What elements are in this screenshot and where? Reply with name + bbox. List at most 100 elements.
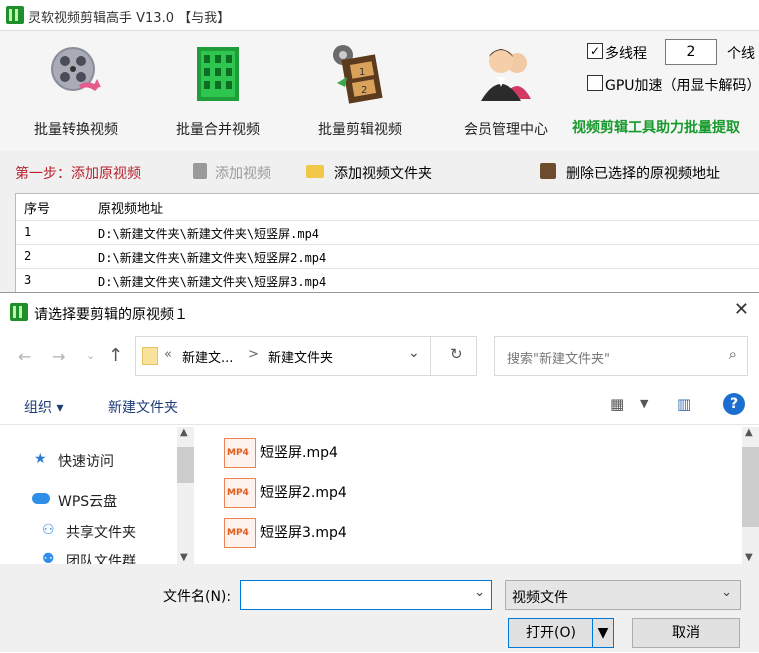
batch-cut-label: 批量剪辑视频 <box>318 122 402 138</box>
star-icon: ★ <box>34 451 47 467</box>
batch-convert-label: 批量转换视频 <box>34 122 118 138</box>
step-label: 第一步：添加原视频 <box>15 166 141 182</box>
delete-selected-label: 删除已选择的原视频地址 <box>566 166 720 182</box>
nav-item-label: 快速访问 <box>58 454 114 470</box>
video-table: 序号 原视频地址 1 D:\新建文件夹\新建文件夹\短竖屏.mp4 2 D:\新… <box>15 193 759 293</box>
scroll-thumb[interactable] <box>742 447 759 527</box>
app-title: 灵软视频剪辑高手 V13.0 【与我】 <box>28 11 231 26</box>
file-badge: MP4 <box>227 528 249 538</box>
separator <box>0 424 759 425</box>
gpu-checkbox[interactable] <box>587 75 603 91</box>
organize-button[interactable]: 组织 ▾ <box>24 397 63 417</box>
up-arrow-icon[interactable]: ↑ <box>108 345 123 366</box>
thread-count-input[interactable]: 2 <box>665 39 717 65</box>
gpu-label: GPU加速（用显卡解码） <box>605 78 759 94</box>
open-dropdown-icon[interactable]: ▼ <box>592 618 614 648</box>
add-folder-label: 添加视频文件夹 <box>334 166 432 182</box>
column-header-path: 原视频地址 <box>98 202 164 217</box>
scroll-down-icon[interactable]: ▼ <box>180 552 188 563</box>
nav-item-label: WPS云盘 <box>58 494 118 510</box>
filetype-dropdown-icon[interactable]: ⌄ <box>721 585 732 600</box>
refresh-icon[interactable]: ↻ <box>450 345 463 363</box>
folder-add-icon <box>306 165 324 178</box>
table-header: 序号 原视频地址 <box>16 194 759 221</box>
mp4-file-icon: MP4 <box>224 438 256 468</box>
file-name: 短竖屏3.mp4 <box>260 525 347 541</box>
cancel-button[interactable]: 取消 <box>632 618 740 648</box>
filetype-select[interactable]: 视频文件 ⌄ <box>505 580 741 610</box>
scroll-up-icon[interactable]: ▲ <box>180 427 188 438</box>
preview-pane-icon[interactable]: ▥ <box>677 395 691 413</box>
multithread-label: 多线程 <box>605 46 647 62</box>
recent-chevron-icon[interactable]: ⌄ <box>86 349 95 362</box>
breadcrumb-separator[interactable]: > <box>248 347 259 362</box>
add-video-label: 添加视频 <box>215 166 271 182</box>
nav-item-label: 共享文件夹 <box>66 525 136 541</box>
scroll-down-icon[interactable]: ▼ <box>745 552 753 563</box>
scroll-up-icon[interactable]: ▲ <box>745 427 753 438</box>
divider <box>430 337 431 375</box>
svg-text:1: 1 <box>359 67 365 78</box>
cloud-icon <box>32 493 50 504</box>
nav-scrollbar[interactable]: ▲ ▼ <box>177 427 194 565</box>
row-index: 1 <box>24 225 32 239</box>
file-name: 短竖屏.mp4 <box>260 445 338 461</box>
step-bar: 第一步：添加原视频 添加视频 添加视频文件夹 删除已选择的原视频地址 <box>0 152 759 190</box>
file-badge: MP4 <box>227 488 249 498</box>
dialog-footer: 文件名(N): ⌄ 视频文件 ⌄ 打开(O) ▼ 取消 <box>0 564 759 652</box>
close-icon[interactable]: ✕ <box>734 299 749 320</box>
batch-cut-button[interactable]: 1 2 批量剪辑视频 <box>300 39 420 139</box>
address-bar[interactable]: « 新建文... > 新建文件夹 ⌄ ↻ <box>135 336 477 376</box>
cancel-label: 取消 <box>672 625 700 641</box>
table-row[interactable]: 1 D:\新建文件夹\新建文件夹\短竖屏.mp4 <box>16 221 759 245</box>
share-folder-icon: ⚇ <box>42 522 55 538</box>
breadcrumb-item[interactable]: 新建文... <box>182 347 233 366</box>
table-row[interactable]: 3 D:\新建文件夹\新建文件夹\短竖屏3.mp4 <box>16 269 759 293</box>
film-reel-convert-icon <box>45 43 107 105</box>
filename-label: 文件名(N): <box>163 589 232 605</box>
dialog-logo-icon <box>10 303 28 321</box>
table-row[interactable]: 2 D:\新建文件夹\新建文件夹\短竖屏2.mp4 <box>16 245 759 269</box>
breadcrumb-item[interactable]: 新建文件夹 <box>268 347 333 366</box>
delete-film-icon <box>540 163 556 179</box>
view-dropdown-icon[interactable]: ▼ <box>640 397 648 410</box>
app-title-bar: 灵软视频剪辑高手 V13.0 【与我】 <box>0 0 759 31</box>
batch-convert-button[interactable]: 批量转换视频 <box>16 39 136 139</box>
member-center-label: 会员管理中心 <box>464 122 548 138</box>
new-folder-button[interactable]: 新建文件夹 <box>108 397 178 417</box>
search-input[interactable]: 搜索"新建文件夹" ⌕ <box>494 336 748 376</box>
row-path: D:\新建文件夹\新建文件夹\短竖屏2.mp4 <box>98 251 327 265</box>
row-path: D:\新建文件夹\新建文件夹\短竖屏3.mp4 <box>98 275 327 289</box>
row-index: 3 <box>24 273 32 287</box>
folder-icon <box>142 347 158 365</box>
view-grid-icon[interactable]: ▦ <box>610 395 624 413</box>
row-path: D:\新建文件夹\新建文件夹\短竖屏.mp4 <box>98 227 320 241</box>
toolbar: 批量转换视频 批量合并视频 1 2 批量剪辑视频 会员管理中心 ✓ 多线程 2 … <box>0 31 759 151</box>
help-icon[interactable]: ? <box>723 393 745 415</box>
search-placeholder: 搜索"新建文件夹" <box>507 352 610 367</box>
dialog-title-bar: 请选择要剪辑的原视频１ ✕ <box>0 293 759 331</box>
filename-dropdown-icon[interactable]: ⌄ <box>474 585 485 600</box>
svg-text:2: 2 <box>361 85 367 96</box>
app-logo-icon <box>6 6 24 24</box>
filetype-value: 视频文件 <box>512 590 568 606</box>
breadcrumb-prefix: « <box>164 347 172 362</box>
row-index: 2 <box>24 249 32 263</box>
member-center-button[interactable]: 会员管理中心 <box>446 39 566 139</box>
file-list-scrollbar[interactable]: ▲ ▼ <box>742 427 759 565</box>
batch-merge-button[interactable]: 批量合并视频 <box>158 39 278 139</box>
filename-input[interactable]: ⌄ <box>240 580 492 610</box>
forward-arrow-icon[interactable]: → <box>52 347 65 366</box>
open-button[interactable]: 打开(O) <box>508 618 594 648</box>
multithread-checkbox[interactable]: ✓ <box>587 43 603 59</box>
slogan-text: 视频剪辑工具助力批量提取 <box>572 120 740 136</box>
file-name: 短竖屏2.mp4 <box>260 485 347 501</box>
back-arrow-icon[interactable]: ← <box>18 347 31 366</box>
address-dropdown-icon[interactable]: ⌄ <box>408 345 420 361</box>
scroll-thumb[interactable] <box>177 447 194 483</box>
users-icon <box>475 43 537 105</box>
thread-suffix-label: 个线 <box>727 46 755 62</box>
dialog-title: 请选择要剪辑的原视频１ <box>34 307 188 323</box>
search-icon[interactable]: ⌕ <box>729 345 737 363</box>
film-strip-cut-icon: 1 2 <box>329 43 391 105</box>
